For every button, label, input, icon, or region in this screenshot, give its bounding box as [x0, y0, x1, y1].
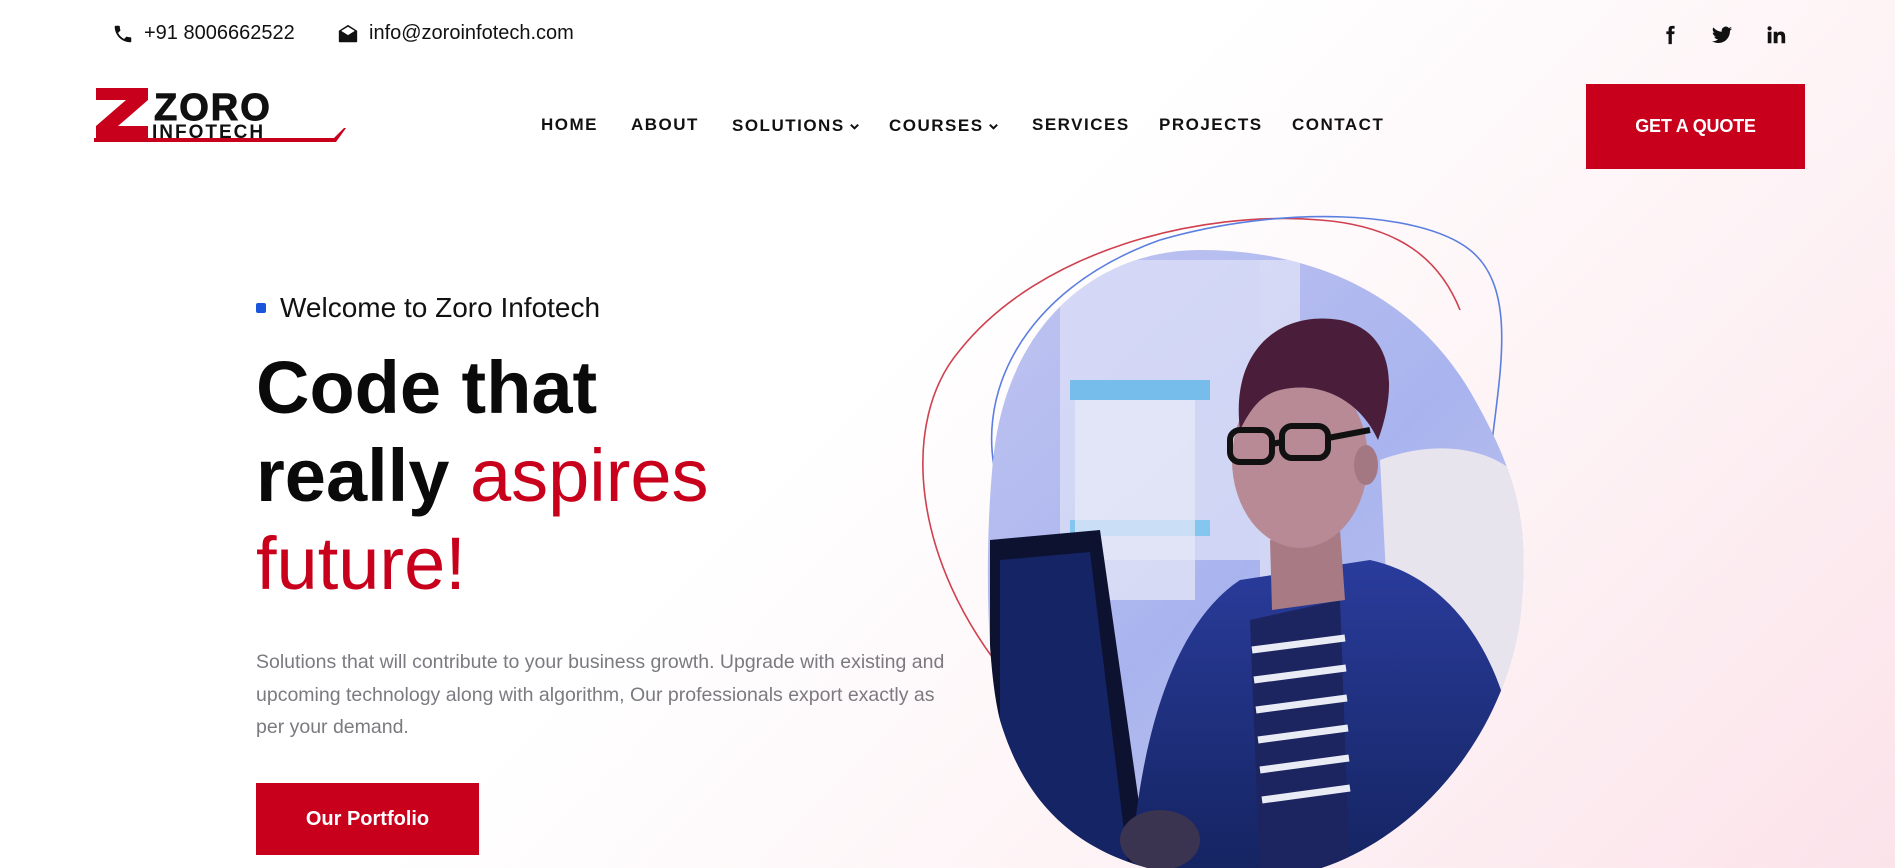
- chevron-down-icon: [988, 123, 998, 130]
- nav-contact-label: CONTACT: [1292, 115, 1385, 134]
- headline-part1: Code that: [256, 346, 598, 429]
- envelope-icon: [338, 24, 358, 42]
- hero-description: Solutions that will contribute to your b…: [256, 651, 945, 738]
- linkedin-icon: [1767, 26, 1786, 44]
- nav-home[interactable]: HOME: [541, 115, 598, 135]
- twitter-icon: [1711, 26, 1733, 43]
- phone-contact[interactable]: +91 8006662522: [112, 22, 295, 45]
- twitter-link[interactable]: [1708, 21, 1736, 49]
- chevron-down-icon: [849, 123, 859, 130]
- headline-part2: really: [256, 434, 470, 517]
- facebook-icon: [1666, 25, 1675, 45]
- nav-services-label: SERVICES: [1032, 115, 1130, 134]
- nav-projects[interactable]: PROJECTS: [1159, 115, 1263, 135]
- nav-about[interactable]: ABOUT: [631, 115, 699, 135]
- phone-icon: [114, 25, 132, 42]
- logo-z: [96, 88, 148, 138]
- logo-suffix: .COM: [312, 128, 333, 137]
- facebook-link[interactable]: [1656, 21, 1684, 49]
- nav-courses-label: COURSES: [889, 116, 984, 135]
- linkedin-link[interactable]: [1762, 21, 1790, 49]
- headline-accent1: aspires: [469, 434, 709, 517]
- email-address: info@zoroinfotech.com: [369, 22, 574, 44]
- nav-courses[interactable]: COURSES: [889, 116, 999, 136]
- top-bar: +91 8006662522 info@zoroinfotech.com: [0, 0, 1895, 70]
- phone-number: +91 8006662522: [144, 22, 295, 44]
- nav-home-label: HOME: [541, 115, 598, 134]
- nav-solutions-label: SOLUTIONS: [732, 116, 845, 135]
- nav-about-label: ABOUT: [631, 115, 699, 134]
- hero-headline: Code that really aspires future!: [256, 344, 816, 608]
- nav-projects-label: PROJECTS: [1159, 115, 1263, 134]
- nav-solutions[interactable]: SOLUTIONS: [732, 116, 860, 136]
- hero-eyebrow: Welcome to Zoro Infotech: [256, 292, 600, 324]
- zoro-infotech-logo[interactable]: ZORO INFOTECH .COM: [94, 84, 346, 144]
- email-contact[interactable]: info@zoroinfotech.com: [337, 22, 574, 45]
- nav-services[interactable]: SERVICES: [1032, 115, 1130, 135]
- get-a-quote-button[interactable]: GET A QUOTE: [1586, 84, 1805, 169]
- headline-accent2: future!: [256, 522, 466, 605]
- eyebrow-bullet: [256, 303, 266, 313]
- eyebrow-text: Welcome to Zoro Infotech: [280, 292, 601, 323]
- our-portfolio-button[interactable]: Our Portfolio: [256, 783, 479, 855]
- nav-contact[interactable]: CONTACT: [1292, 115, 1384, 135]
- photo-developer-at-desk: [987, 250, 1524, 868]
- hero-image: [922, 215, 1524, 868]
- logo-wordmark-bottom: INFOTECH: [152, 122, 265, 143]
